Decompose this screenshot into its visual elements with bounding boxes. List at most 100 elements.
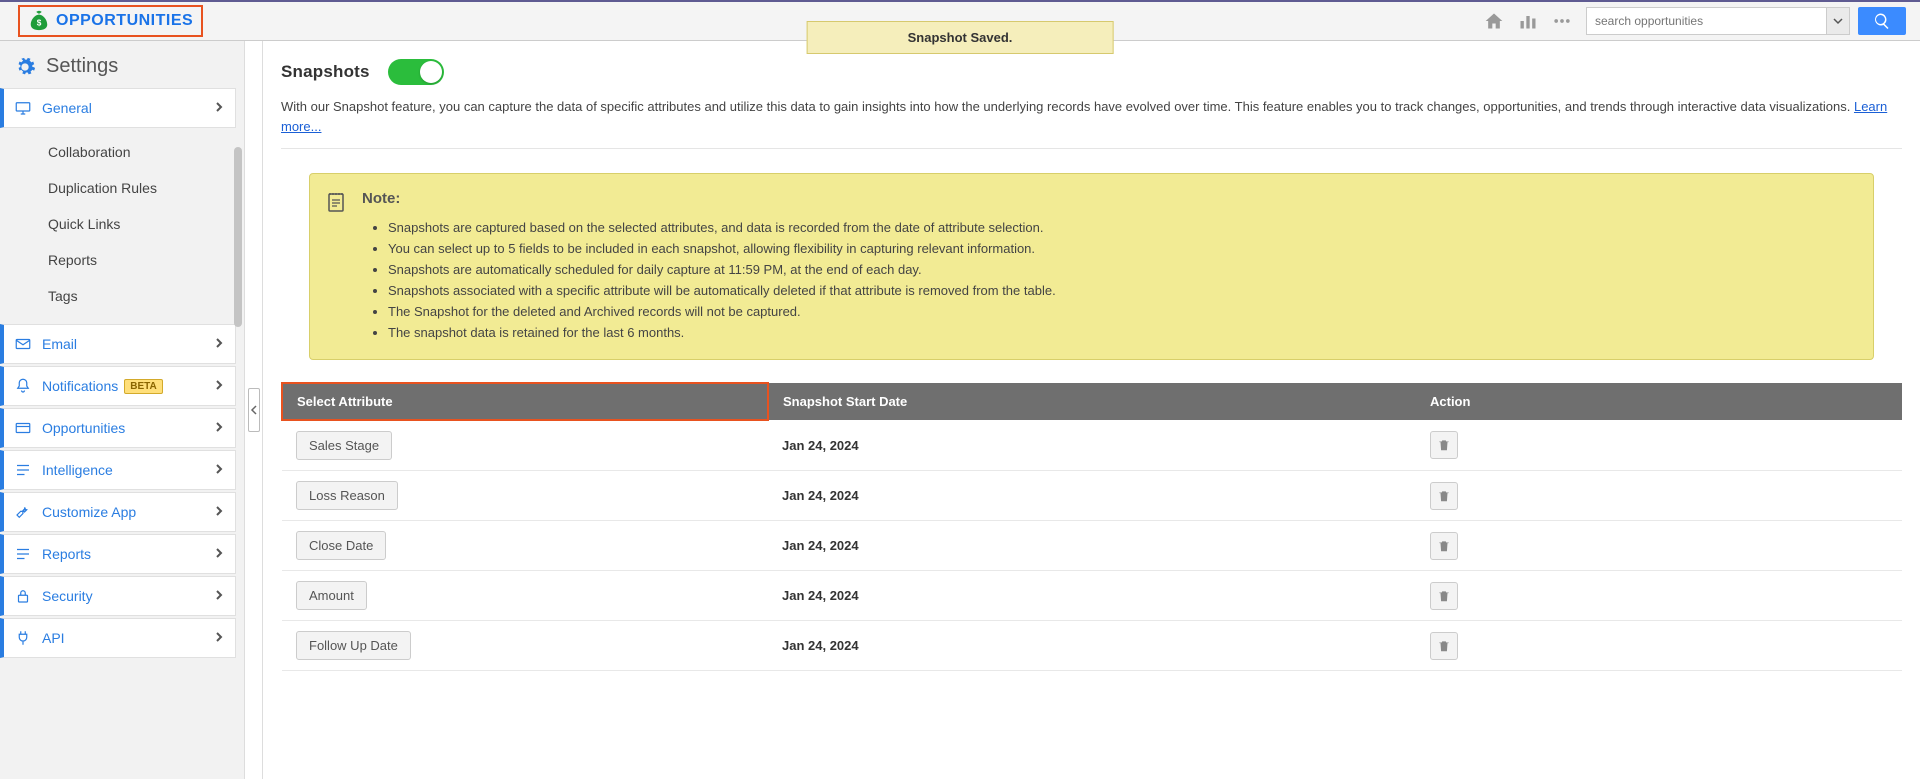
attribute-select-button[interactable]: Close Date xyxy=(296,531,386,560)
nav-opportunities-label: Opportunities xyxy=(42,420,125,436)
settings-sidebar: Settings General Collaboration Duplicati… xyxy=(0,41,245,779)
search-input[interactable] xyxy=(1586,7,1826,35)
delete-button[interactable] xyxy=(1430,431,1458,459)
sidebar-title-text: Settings xyxy=(46,55,118,78)
sub-collaboration[interactable]: Collaboration xyxy=(0,134,236,170)
note-list: Snapshots are captured based on the sele… xyxy=(362,217,1855,343)
note-item: Snapshots are captured based on the sele… xyxy=(388,217,1855,238)
table-row: Loss Reason Jan 24, 2024 xyxy=(282,471,1902,521)
chevron-right-icon xyxy=(213,337,225,352)
note-item: Snapshots are automatically scheduled fo… xyxy=(388,259,1855,280)
delete-button[interactable] xyxy=(1430,532,1458,560)
nav-general[interactable]: General xyxy=(0,88,236,128)
nav-notifications[interactable]: Notifications BETA xyxy=(0,366,236,406)
sidebar-collapse-button[interactable] xyxy=(248,388,260,432)
nav-intelligence[interactable]: Intelligence xyxy=(0,450,236,490)
page-description-text: With our Snapshot feature, you can captu… xyxy=(281,99,1854,114)
snapshots-toggle[interactable] xyxy=(388,59,444,85)
chevron-right-icon xyxy=(213,101,225,116)
sub-tags[interactable]: Tags xyxy=(0,278,236,314)
chevron-right-icon xyxy=(213,379,225,394)
envelope-icon xyxy=(14,335,32,353)
page-title: Snapshots xyxy=(281,62,370,82)
sub-quick-links[interactable]: Quick Links xyxy=(0,206,236,242)
chevron-down-icon xyxy=(1833,16,1843,26)
sidebar-title: Settings xyxy=(0,41,244,88)
more-icon[interactable] xyxy=(1552,11,1572,31)
snapshot-date: Jan 24, 2024 xyxy=(768,420,1416,471)
col-action: Action xyxy=(1416,383,1902,420)
nav-customize-app[interactable]: Customize App xyxy=(0,492,236,532)
chevron-right-icon xyxy=(213,505,225,520)
bell-icon xyxy=(14,377,32,395)
nav-customize-app-label: Customize App xyxy=(42,504,136,520)
nav-api-label: API xyxy=(42,630,65,646)
beta-badge: BETA xyxy=(124,379,162,394)
top-right-actions xyxy=(1484,7,1920,35)
trash-icon xyxy=(1437,438,1451,452)
note-item: The Snapshot for the deleted and Archive… xyxy=(388,301,1855,322)
note-item: The snapshot data is retained for the la… xyxy=(388,322,1855,343)
toggle-knob xyxy=(420,61,442,83)
lock-icon xyxy=(14,587,32,605)
note-title: Note: xyxy=(362,190,1855,207)
chevron-right-icon xyxy=(213,547,225,562)
table-row: Follow Up DateJan 24, 2024 xyxy=(282,621,1902,671)
attribute-select-button[interactable]: Amount xyxy=(296,581,367,610)
snapshot-date: Jan 24, 2024 xyxy=(768,571,1416,621)
table-row: Amount Jan 24, 2024 xyxy=(282,571,1902,621)
nav-intelligence-label: Intelligence xyxy=(42,462,113,478)
nav-security-label: Security xyxy=(42,588,93,604)
top-bar: $ OPPORTUNITIES Snapshot Saved. xyxy=(0,0,1920,41)
nav-api[interactable]: API xyxy=(0,618,236,658)
plug-icon xyxy=(14,629,32,647)
note-item: You can select up to 5 fields to be incl… xyxy=(388,238,1855,259)
money-bag-icon: $ xyxy=(28,10,50,32)
main-content: Snapshots With our Snapshot feature, you… xyxy=(263,41,1920,779)
card-icon xyxy=(14,419,32,437)
list-icon xyxy=(14,545,32,563)
page-description: With our Snapshot feature, you can captu… xyxy=(281,97,1902,149)
snapshot-saved-banner: Snapshot Saved. xyxy=(807,21,1114,54)
nav-notifications-label: Notifications xyxy=(42,378,118,394)
chevron-right-icon xyxy=(213,631,225,646)
nav-reports-label: Reports xyxy=(42,546,91,562)
search xyxy=(1586,7,1906,35)
trash-icon xyxy=(1437,589,1451,603)
magnifier-icon xyxy=(1873,12,1891,30)
trash-icon xyxy=(1437,539,1451,553)
table-row: Close DateJan 24, 2024 xyxy=(282,521,1902,571)
brand-text: OPPORTUNITIES xyxy=(56,12,193,30)
bar-chart-icon[interactable] xyxy=(1518,11,1538,31)
nav-email-label: Email xyxy=(42,336,77,352)
table-row: Sales Stage Jan 24, 2024 xyxy=(282,420,1902,471)
attribute-select-button[interactable]: Loss Reason xyxy=(296,481,398,510)
search-button[interactable] xyxy=(1858,7,1906,35)
nav-opportunities[interactable]: Opportunities xyxy=(0,408,236,448)
note-icon xyxy=(324,190,348,214)
brand-opportunities[interactable]: $ OPPORTUNITIES xyxy=(18,5,203,37)
nav-reports[interactable]: Reports xyxy=(0,534,236,574)
snapshot-table: Select Attribute Snapshot Start Date Act… xyxy=(281,382,1902,671)
nav-general-sublist: Collaboration Duplication Rules Quick Li… xyxy=(0,130,236,324)
note-item: Snapshots associated with a specific att… xyxy=(388,280,1855,301)
nav-general-label: General xyxy=(42,100,92,116)
delete-button[interactable] xyxy=(1430,632,1458,660)
delete-button[interactable] xyxy=(1430,582,1458,610)
sidebar-scrollbar[interactable] xyxy=(234,147,242,327)
attribute-select-button[interactable]: Sales Stage xyxy=(296,431,392,460)
sub-reports[interactable]: Reports xyxy=(0,242,236,278)
chevron-left-icon xyxy=(250,405,258,415)
home-icon[interactable] xyxy=(1484,11,1504,31)
snapshot-date: Jan 24, 2024 xyxy=(768,471,1416,521)
nav-email[interactable]: Email xyxy=(0,324,236,364)
sidebar-collapse-strip xyxy=(245,41,263,779)
gear-icon xyxy=(14,56,36,78)
monitor-icon xyxy=(14,99,32,117)
chevron-right-icon xyxy=(213,589,225,604)
sub-duplication-rules[interactable]: Duplication Rules xyxy=(0,170,236,206)
nav-security[interactable]: Security xyxy=(0,576,236,616)
search-dropdown-toggle[interactable] xyxy=(1826,7,1850,35)
delete-button[interactable] xyxy=(1430,482,1458,510)
attribute-select-button[interactable]: Follow Up Date xyxy=(296,631,411,660)
